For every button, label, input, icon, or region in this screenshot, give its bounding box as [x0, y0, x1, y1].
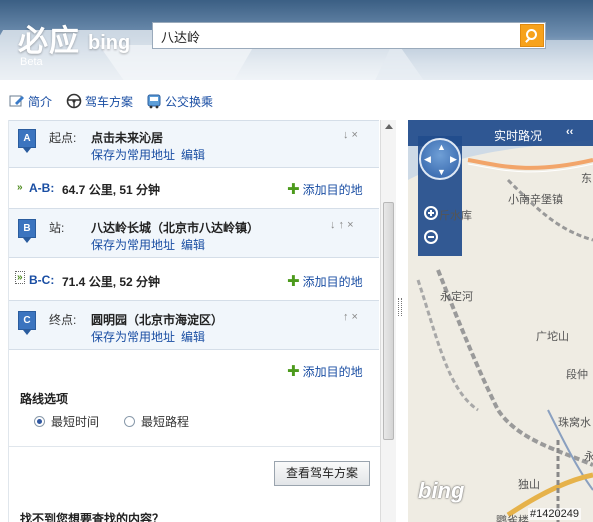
leg-code[interactable]: B-C:: [29, 273, 54, 287]
radio-selected-icon[interactable]: [34, 416, 45, 427]
logo[interactable]: 必应: [18, 16, 80, 60]
stop-label: 终点:: [49, 313, 77, 327]
map-label: 小南辛堡镇: [508, 193, 563, 206]
save-address-link[interactable]: 保存为常用地址: [91, 148, 175, 162]
map-label: 段仲: [566, 368, 588, 381]
search-input[interactable]: [161, 27, 511, 45]
edit-doc-icon: [9, 95, 24, 107]
panel-scrollbar[interactable]: [380, 120, 396, 522]
collapse-icon[interactable]: ‹‹: [566, 126, 573, 138]
map-label: 斤水库: [439, 209, 472, 222]
plus-icon: ✚: [287, 362, 300, 380]
transit-label: 公交换乘: [165, 94, 214, 109]
header-banner: 必应 bing Beta: [0, 0, 593, 80]
edit-link[interactable]: 编辑: [181, 148, 205, 162]
steering-wheel-icon: [66, 93, 82, 109]
feedback-text[interactable]: 找不到您想要查找的内容？: [20, 510, 164, 522]
stop-label: 站:: [49, 221, 65, 235]
add-destination-link[interactable]: ✚ 添加目的地: [287, 181, 363, 198]
leg-bc: » B-C: 71.4 公里, 52 分钟 ✚ 添加目的地: [9, 262, 379, 300]
scroll-thumb[interactable]: [383, 202, 394, 440]
stop-b: B 站: 八达岭长城（北京市八达岭镇） 保存为常用地址 编辑 ↓ ↑ ×: [9, 208, 379, 258]
search-button[interactable]: [520, 24, 544, 47]
panel-splitter[interactable]: [398, 298, 402, 316]
map-controls: ▲ ▼ ◀ ▶: [418, 136, 462, 256]
radio-shortest-time[interactable]: 最短时间: [34, 413, 99, 430]
intro-link[interactable]: 简介: [9, 92, 52, 110]
plus-icon: ✚: [287, 180, 300, 198]
stop-name: 点击未来沁居: [91, 131, 164, 145]
map-label: 鹦雀楼: [496, 514, 529, 522]
save-address-link[interactable]: 保存为常用地址: [91, 330, 175, 344]
save-address-link[interactable]: 保存为常用地址: [91, 238, 175, 252]
zoom-out-icon[interactable]: [424, 230, 438, 244]
edit-link[interactable]: 编辑: [181, 330, 205, 344]
leg-info: 71.4 公里, 52 分钟: [62, 275, 161, 289]
expand-chevron-icon[interactable]: »: [17, 182, 23, 193]
add-destination-link[interactable]: ✚ 添加目的地: [287, 273, 363, 290]
map-label: 永: [584, 450, 593, 463]
map-label: 独山: [518, 478, 540, 491]
pan-control-icon[interactable]: ▲ ▼ ◀ ▶: [419, 138, 461, 180]
leg-code[interactable]: A-B:: [29, 181, 54, 195]
driving-label: 驾车方案: [85, 94, 134, 109]
radio-unselected-icon[interactable]: [124, 416, 135, 427]
stop-a: A 起点: 点击未来沁居 保存为常用地址 编辑 ↓ ×: [9, 120, 379, 168]
stop-controls[interactable]: ↑ ×: [343, 311, 358, 323]
stop-c: C 终点: 圆明园（北京市海淀区） 保存为常用地址 编辑 ↑ ×: [9, 300, 379, 350]
map-view[interactable]: 实时路况 ‹‹ ▲ ▼ ◀ ▶ 斤水库 小南辛堡镇 东 永定河 广坨山 段仲 珠…: [408, 120, 593, 522]
route-panel: A 起点: 点击未来沁居 保存为常用地址 编辑 ↓ × » A-B: 64.7 公…: [8, 120, 380, 522]
scroll-up-arrow-icon[interactable]: [385, 124, 393, 129]
toolbar: 简介 驾车方案 公交换乘: [0, 86, 593, 114]
marker-a: A: [18, 129, 36, 153]
radio-shortest-distance[interactable]: 最短路程: [124, 413, 189, 430]
logo-bing-text[interactable]: bing: [88, 32, 130, 55]
intro-label: 简介: [28, 94, 53, 109]
bing-watermark-logo: bing: [418, 478, 465, 503]
view-driving-plan-button[interactable]: 查看驾车方案: [274, 461, 370, 486]
transit-link[interactable]: 公交换乘: [146, 92, 213, 110]
stop-name: 八达岭长城（北京市八达岭镇）: [91, 221, 260, 235]
plus-icon: ✚: [287, 272, 300, 290]
search-box: [152, 22, 546, 49]
bus-icon: [147, 94, 161, 109]
map-label: 广坨山: [536, 330, 569, 343]
map-label: 东: [581, 172, 592, 185]
zoom-in-icon[interactable]: [424, 206, 438, 220]
marker-c: C: [18, 311, 36, 335]
stop-name: 圆明园（北京市海淀区）: [91, 313, 224, 327]
driving-link[interactable]: 驾车方案: [66, 92, 133, 110]
traffic-toggle[interactable]: 实时路况: [494, 127, 542, 144]
stop-controls[interactable]: ↓ ↑ ×: [330, 219, 354, 231]
add-destination-link[interactable]: ✚ 添加目的地: [287, 363, 363, 380]
route-options-title: 路线选项: [20, 392, 69, 406]
stop-label: 起点:: [49, 131, 77, 145]
divider: [9, 446, 380, 447]
image-id-label: #1420249: [528, 508, 581, 520]
expand-chevron-icon[interactable]: »: [15, 271, 25, 284]
map-label: 珠窝水: [558, 416, 591, 429]
map-label: 永定河: [440, 290, 473, 303]
stop-controls[interactable]: ↓ ×: [343, 129, 358, 141]
leg-ab: » A-B: 64.7 公里, 51 分钟 ✚ 添加目的地: [9, 170, 379, 208]
beta-label: Beta: [20, 56, 43, 68]
edit-link[interactable]: 编辑: [181, 238, 205, 252]
leg-info: 64.7 公里, 51 分钟: [62, 183, 161, 197]
marker-b: B: [18, 219, 36, 243]
